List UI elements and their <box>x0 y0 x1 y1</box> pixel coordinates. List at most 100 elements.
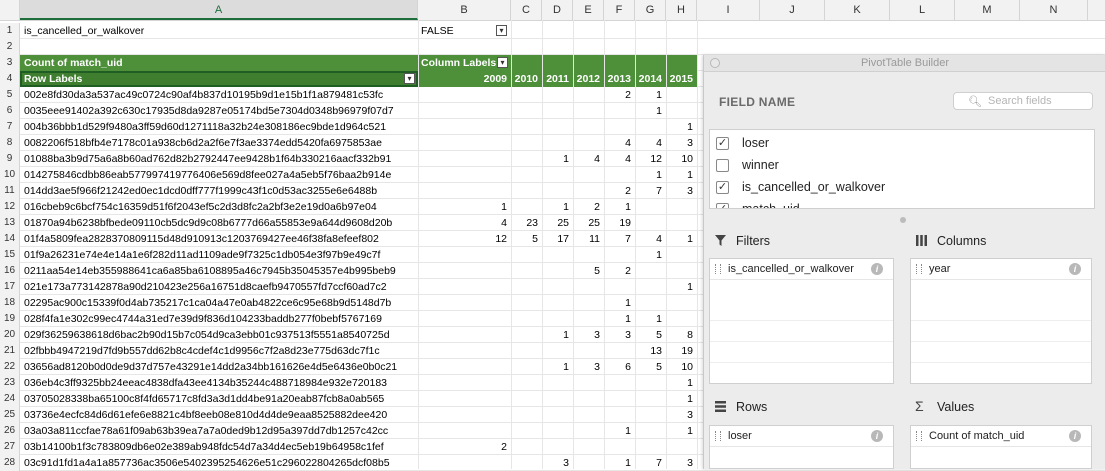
value-cell[interactable]: 8 <box>666 327 697 343</box>
row-number[interactable]: 7 <box>0 119 20 135</box>
row-number[interactable]: 2 <box>0 39 20 55</box>
value-cell[interactable] <box>542 119 573 135</box>
value-cell[interactable] <box>573 407 604 423</box>
value-cell[interactable] <box>573 391 604 407</box>
value-cell[interactable] <box>542 103 573 119</box>
value-cell[interactable]: 17 <box>542 231 573 247</box>
value-cell[interactable]: 5 <box>635 359 666 375</box>
value-cell[interactable] <box>635 279 666 295</box>
column-header-m[interactable]: M <box>955 0 1020 20</box>
value-cell[interactable]: 5 <box>635 327 666 343</box>
column-header-e[interactable]: E <box>573 0 604 20</box>
value-cell[interactable] <box>511 183 542 199</box>
value-cell[interactable]: 19 <box>666 343 697 359</box>
value-cell[interactable] <box>418 263 511 279</box>
value-cell[interactable]: 2 <box>604 263 635 279</box>
value-cell[interactable]: 4 <box>418 215 511 231</box>
row-number[interactable]: 26 <box>0 423 20 439</box>
value-cell[interactable] <box>542 247 573 263</box>
column-header-l[interactable]: L <box>890 0 955 20</box>
value-cell[interactable] <box>542 135 573 151</box>
value-cell[interactable] <box>511 375 542 391</box>
value-cell[interactable] <box>666 87 697 103</box>
value-cell[interactable] <box>573 423 604 439</box>
value-cell[interactable] <box>666 311 697 327</box>
value-cell[interactable] <box>511 263 542 279</box>
value-cell[interactable]: 1 <box>635 87 666 103</box>
value-cell[interactable] <box>511 279 542 295</box>
value-cell[interactable] <box>511 423 542 439</box>
value-cell[interactable]: 2 <box>604 87 635 103</box>
row-label-cell[interactable]: 036eb4c3ff9325bb24eeac4838dfa43ee4134b35… <box>24 375 418 391</box>
row-number[interactable]: 15 <box>0 247 20 263</box>
value-field-chip[interactable]: Count of match_uid i <box>911 426 1091 447</box>
value-cell[interactable]: 1 <box>666 279 697 295</box>
value-cell[interactable] <box>573 183 604 199</box>
value-cell[interactable] <box>573 439 604 455</box>
value-cell[interactable] <box>511 311 542 327</box>
value-cell[interactable] <box>666 199 697 215</box>
row-number[interactable]: 13 <box>0 215 20 231</box>
value-cell[interactable]: 1 <box>542 199 573 215</box>
value-cell[interactable] <box>573 87 604 103</box>
value-cell[interactable] <box>418 359 511 375</box>
row-label-cell[interactable]: 004b36bbb1d529f9480a3ff59d60d1271118a32b… <box>24 119 418 135</box>
value-cell[interactable]: 1 <box>542 359 573 375</box>
value-cell[interactable] <box>573 295 604 311</box>
value-cell[interactable] <box>604 279 635 295</box>
value-cell[interactable] <box>418 103 511 119</box>
row-number[interactable]: 16 <box>0 263 20 279</box>
value-cell[interactable] <box>511 167 542 183</box>
value-cell[interactable] <box>604 343 635 359</box>
value-cell[interactable] <box>542 375 573 391</box>
value-cell[interactable]: 6 <box>604 359 635 375</box>
value-cell[interactable] <box>542 439 573 455</box>
row-label-cell[interactable]: 02fbbb4947219d7fd9b557dd62b8c4cdef4c1d99… <box>24 343 418 359</box>
value-cell[interactable] <box>511 439 542 455</box>
value-cell[interactable] <box>635 199 666 215</box>
values-drop-area[interactable]: Count of match_uid i <box>910 425 1092 469</box>
row-label-cell[interactable]: 014275846cdbb86eab577997419776406e569d8f… <box>24 167 418 183</box>
row-number[interactable]: 8 <box>0 135 20 151</box>
row-label-cell[interactable]: 0035eee91402a392c630c17935d8da9287e05174… <box>24 103 418 119</box>
filter-dropdown-icon[interactable]: ▾ <box>496 25 507 36</box>
search-fields-input[interactable]: 🔍︎ Search fields <box>953 92 1093 110</box>
row-number[interactable]: 17 <box>0 279 20 295</box>
pivot-row-labels[interactable]: Row Labels <box>20 71 418 87</box>
value-cell[interactable] <box>666 439 697 455</box>
value-cell[interactable] <box>418 135 511 151</box>
row-number[interactable]: 22 <box>0 359 20 375</box>
row-number[interactable]: 9 <box>0 151 20 167</box>
value-cell[interactable] <box>635 119 666 135</box>
columns-drop-area[interactable]: year i <box>910 258 1092 384</box>
value-cell[interactable] <box>573 343 604 359</box>
checkbox-checked[interactable]: ✓ <box>716 203 729 208</box>
info-icon[interactable]: i <box>871 263 883 275</box>
value-cell[interactable] <box>635 295 666 311</box>
value-cell[interactable] <box>666 295 697 311</box>
column-header-a[interactable]: A <box>20 0 418 20</box>
column-labels-dropdown-icon[interactable]: ▾ <box>497 57 508 68</box>
row-number[interactable]: 14 <box>0 231 20 247</box>
value-cell[interactable] <box>542 423 573 439</box>
row-number[interactable]: 5 <box>0 87 20 103</box>
column-header-h[interactable]: H <box>666 0 697 20</box>
pivot-column-labels[interactable]: Column Labels <box>418 55 697 71</box>
value-cell[interactable] <box>511 119 542 135</box>
row-label-cell[interactable]: 02295ac900c15339f0d4ab735217c1ca04a47e0a… <box>24 295 418 311</box>
value-cell[interactable] <box>511 407 542 423</box>
value-cell[interactable] <box>666 215 697 231</box>
value-cell[interactable] <box>511 135 542 151</box>
row-label-cell[interactable]: 01088ba3b9d75a6a8b60ad762d82b2792447ee94… <box>24 151 418 167</box>
column-header-b[interactable]: B <box>418 0 511 20</box>
value-cell[interactable]: 1 <box>542 151 573 167</box>
value-cell[interactable] <box>418 87 511 103</box>
filters-drop-area[interactable]: is_cancelled_or_walkover i <box>709 258 894 384</box>
value-cell[interactable] <box>542 391 573 407</box>
row-label-cell[interactable]: 03b14100b1f3c783809db6e02e389ab948fdc54d… <box>24 439 418 455</box>
row-number[interactable]: 11 <box>0 183 20 199</box>
row-number[interactable]: 21 <box>0 343 20 359</box>
row-label-cell[interactable]: 03736e4ecfc84d6d61efe6e8821c4bf8eeb08e81… <box>24 407 418 423</box>
value-cell[interactable] <box>666 263 697 279</box>
row-label-cell[interactable]: 01870a94b6238bfbede09110cb5dc9d9c08b6777… <box>24 215 418 231</box>
